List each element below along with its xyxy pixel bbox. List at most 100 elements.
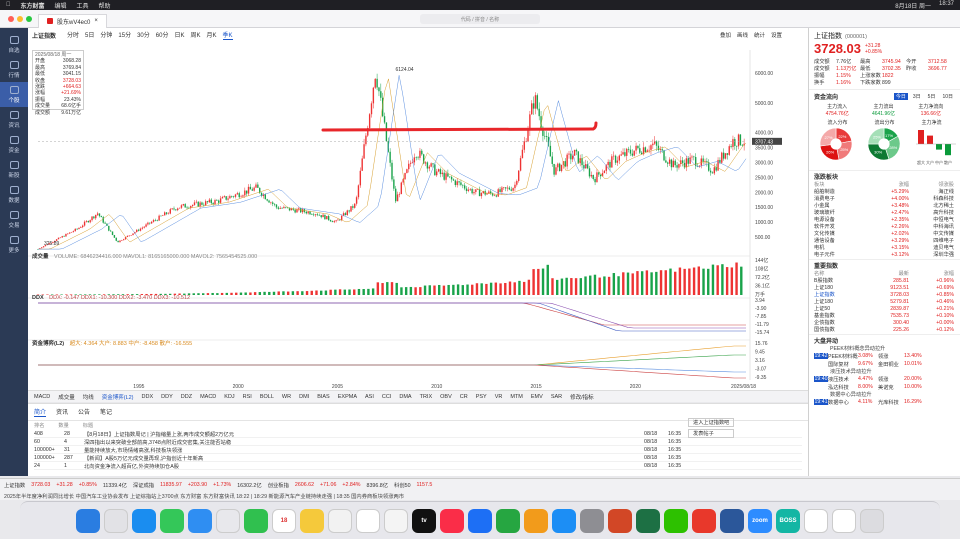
apple-icon[interactable]:  [6, 2, 11, 8]
index-row[interactable]: 国债指数 225.26 +0.12% [814, 326, 955, 334]
indicator-tab-26[interactable]: 修改/指标 [570, 393, 594, 401]
photos-icon[interactable] [328, 508, 352, 533]
calendar-icon[interactable]: 18 [272, 508, 296, 533]
sector-row[interactable]: 消费电子 +4.00% 科森科技 [814, 195, 955, 203]
news-row[interactable]: 24 1 北向资金净流入超百亿,外资持续加仓A股 08/18 16:35 [34, 462, 802, 470]
pages-icon[interactable] [524, 508, 548, 533]
indicator-tab-0[interactable]: MACD [34, 394, 50, 400]
indicator-tab-17[interactable]: DMA [399, 394, 411, 400]
excel-icon[interactable] [636, 508, 660, 533]
reminders-icon[interactable] [356, 508, 380, 533]
wechat-icon[interactable] [664, 508, 688, 533]
tab-close-icon[interactable]: × [94, 18, 98, 24]
status-item[interactable]: 8396.8亿 [367, 481, 389, 489]
kline-chart[interactable]: 6124.04 325.89 6000.00 5000.00 4000.00 3707.… [28, 40, 808, 390]
sector-row[interactable]: 电子元件 +3.12% 深圳华强 [814, 251, 955, 259]
news-ticker[interactable]: 2025年半年度净利润同比增长 中国汽车工业协会发布 上证综指站上3700点 东… [0, 490, 960, 501]
menu-item-help[interactable]: 帮助 [99, 1, 111, 10]
search-input[interactable]: 代码 / 拼音 / 名称 [420, 14, 540, 24]
music-icon[interactable] [440, 508, 464, 533]
period-tab-4[interactable]: 30分 [137, 30, 150, 40]
indicator-tab-20[interactable]: CR [460, 394, 468, 400]
freeform-icon[interactable] [384, 508, 408, 533]
status-item[interactable]: +0.85% [79, 482, 97, 488]
sector-row[interactable]: 电机 +3.15% 迪贝电气 [814, 244, 955, 252]
safari-icon[interactable] [132, 508, 156, 533]
flow-tab-0[interactable]: 今日 [893, 93, 908, 100]
index-row[interactable]: B股指数 285.81 +0.96% [814, 277, 955, 285]
appstore-icon[interactable] [216, 508, 240, 533]
indicator-tab-21[interactable]: PSY [476, 394, 487, 400]
indicator-tab-8[interactable]: KDJ [224, 394, 234, 400]
overlay-button[interactable]: 叠加 [720, 31, 731, 39]
status-item[interactable]: +1.73% [213, 482, 231, 488]
status-item[interactable]: 11835.97 [160, 482, 182, 488]
enter-forum-button[interactable]: 进入上证指数吧 [688, 418, 735, 427]
event-row[interactable]: 国际复材 9.67% 金田铜业 10.01% [814, 360, 955, 368]
sector-row[interactable]: 文化传媒 +2.02% 中文传媒 [814, 230, 955, 238]
indicator-tab-18[interactable]: TRIX [420, 394, 433, 400]
indicator-tab-11[interactable]: WR [282, 394, 291, 400]
sidebar-item-1[interactable]: 行情 [0, 57, 28, 82]
eastmoney-icon[interactable] [692, 508, 716, 533]
indicator-tab-16[interactable]: CCI [382, 394, 391, 400]
event-row[interactable]: 泓达科技 8.00% 美诺克 10.00% [814, 383, 955, 391]
period-tab-9[interactable]: 季K [222, 30, 233, 40]
indicator-tab-10[interactable]: BOLL [260, 394, 274, 400]
sector-row[interactable]: 玻璃玻纤 +2.47% 高升科技 [814, 209, 955, 217]
status-item[interactable]: 1157.5 [417, 482, 433, 488]
menu-item-tools[interactable]: 工具 [77, 1, 89, 10]
status-item[interactable]: 2606.62 [295, 482, 314, 488]
indicator-tab-25[interactable]: SAR [551, 394, 562, 400]
index-row[interactable]: 基金指数 7535.73 +0.10% [814, 312, 955, 320]
indicator-tab-15[interactable]: ASI [365, 394, 374, 400]
news-tab-2[interactable]: 公告 [78, 407, 90, 417]
onedrive-icon[interactable] [804, 508, 828, 533]
status-item[interactable]: 3728.03 [31, 482, 50, 488]
sector-row[interactable]: 船舶制造 +5.29% 海正线 [814, 188, 955, 196]
word-icon[interactable] [720, 508, 744, 533]
status-item[interactable]: +31.28 [56, 482, 72, 488]
indicator-tab-14[interactable]: EXPMA [338, 394, 357, 400]
preview-icon[interactable] [832, 508, 856, 533]
index-row[interactable]: 上证指数 3728.03 +0.85% [814, 291, 955, 299]
sidebar-item-6[interactable]: 数据 [0, 182, 28, 207]
news-tab-3[interactable]: 笔记 [100, 407, 112, 417]
mail-icon[interactable] [188, 508, 212, 533]
indicator-tab-3[interactable]: 资金博弈(L2) [102, 393, 134, 401]
flow-tab-3[interactable]: 10日 [940, 93, 955, 100]
boss-icon[interactable]: BOSS [776, 508, 800, 533]
event-row[interactable]: 19:41 数据中心 4.11% 光库科技 16.29% [814, 398, 955, 406]
sector-row[interactable]: 电源设备 +2.35% 中恒电气 [814, 216, 955, 224]
index-row[interactable]: 企债指数 300.40 +0.00% [814, 319, 955, 327]
sidebar-item-7[interactable]: 交易 [0, 207, 28, 232]
tv-icon[interactable]: tv [412, 508, 436, 533]
messages-icon[interactable] [160, 508, 184, 533]
zoom-icon[interactable]: zoom [748, 508, 772, 533]
sector-row[interactable]: 通信设备 +3.29% 四维电子 [814, 237, 955, 245]
period-tab-0[interactable]: 分时 [67, 30, 79, 40]
appstore2-icon[interactable] [552, 508, 576, 533]
indicator-tab-6[interactable]: DDZ [181, 394, 192, 400]
status-item[interactable]: 16302.2亿 [237, 481, 261, 489]
indicator-tab-1[interactable]: 成交量 [58, 393, 75, 401]
event-row[interactable]: 19:42PEEK材料概念3.08% 领涨 13.40% [814, 352, 955, 360]
sidebar-item-5[interactable]: 新股 [0, 157, 28, 182]
status-item[interactable]: +203.90 [188, 482, 207, 488]
sidebar-item-3[interactable]: 资讯 [0, 107, 28, 132]
close-window-icon[interactable] [8, 15, 14, 22]
indicator-tab-2[interactable]: 均线 [83, 393, 94, 401]
notes-icon[interactable] [300, 508, 324, 533]
menu-item-edit[interactable]: 编辑 [55, 1, 67, 10]
status-item[interactable]: 科创50 [394, 481, 411, 489]
indicator-tab-5[interactable]: DDY [161, 394, 173, 400]
keynote-icon[interactable] [468, 508, 492, 533]
sector-row[interactable]: 软件开发 +2.26% 中科海讯 [814, 223, 955, 231]
indicator-tab-24[interactable]: EMV [531, 394, 543, 400]
status-item[interactable]: 深证成指 [133, 481, 154, 489]
indicator-tab-12[interactable]: DMI [299, 394, 309, 400]
menu-app-name[interactable]: 东方财富 [21, 1, 45, 10]
facetime-icon[interactable] [244, 508, 268, 533]
status-item[interactable]: +71.06 [320, 482, 336, 488]
status-item[interactable]: 上证指数 [4, 481, 25, 489]
